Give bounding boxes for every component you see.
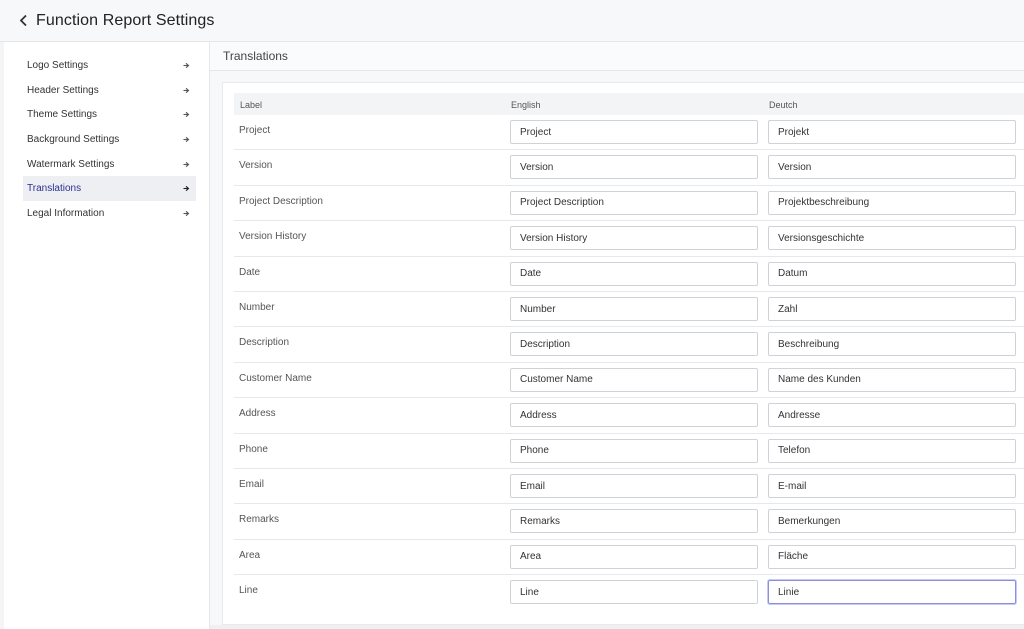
table-row: Customer Name (234, 363, 1024, 399)
english-input-version[interactable] (510, 155, 758, 180)
table-row: Project Description (234, 186, 1024, 222)
row-label-description: Description (239, 337, 290, 349)
table-row: Email (234, 469, 1024, 505)
table-row: Remarks (234, 504, 1024, 540)
english-input-number[interactable] (510, 297, 758, 321)
sidebar-item-legal-information[interactable]: Legal Information (23, 201, 196, 226)
sidebar-item-logo-settings[interactable]: Logo Settings (23, 53, 196, 78)
deutsch-input-address[interactable] (768, 403, 1016, 428)
deutsch-input-project-description[interactable] (768, 190, 1016, 215)
bottom-divider (210, 625, 1024, 629)
sidebar-item-label: Theme Settings (27, 109, 98, 121)
row-label-version-history: Version History (239, 231, 307, 243)
deutsch-input-project[interactable] (768, 120, 1016, 144)
sidebar-item-translations[interactable]: Translations (23, 176, 196, 202)
row-label-email: Email (239, 479, 265, 490)
top-bar: Function Report Settings (0, 0, 1024, 42)
deutsch-input-area[interactable] (768, 544, 1016, 569)
arrow-right-icon (182, 209, 190, 217)
row-label-number: Number (239, 302, 275, 313)
row-label-date: Date (239, 266, 261, 278)
row-label-project: Project (239, 125, 271, 136)
row-label-line: Line (239, 585, 258, 597)
english-input-phone[interactable] (510, 438, 758, 463)
deutsch-input-number[interactable] (768, 297, 1016, 321)
table-row: Address (234, 398, 1024, 434)
english-input-version-history[interactable] (510, 226, 758, 251)
back-button[interactable] (16, 13, 30, 29)
row-label-phone: Phone (239, 443, 268, 455)
table-row: Phone (234, 434, 1024, 469)
english-input-project-description[interactable] (510, 190, 758, 215)
column-header-label: Label (240, 100, 263, 110)
english-input-remarks[interactable] (510, 509, 758, 534)
sidebar: Logo Settings Header Settings Theme Settin… (4, 42, 210, 629)
english-input-email[interactable] (510, 474, 758, 498)
arrow-right-icon (182, 86, 190, 94)
arrow-right-icon (182, 185, 190, 193)
sidebar-item-theme-settings[interactable]: Theme Settings (23, 102, 196, 127)
sidebar-item-background-settings[interactable]: Background Settings (23, 127, 196, 152)
row-label-address: Address (239, 408, 276, 420)
row-label-project-description: Project Description (239, 195, 323, 207)
english-input-address[interactable] (510, 403, 758, 428)
row-label-remarks: Remarks (239, 514, 280, 526)
deutsch-input-line[interactable] (768, 580, 1016, 605)
chevron-left-icon (19, 14, 27, 27)
deutsch-input-version[interactable] (768, 155, 1016, 180)
sidebar-item-label: Background Settings (27, 133, 120, 145)
english-input-customer-name[interactable] (510, 367, 758, 392)
column-header-english: English (511, 100, 541, 110)
deutsch-input-description[interactable] (768, 332, 1016, 357)
sidebar-item-header-settings[interactable]: Header Settings (23, 78, 196, 103)
sidebar-item-label: Watermark Settings (27, 158, 115, 170)
deutsch-input-phone[interactable] (768, 438, 1016, 463)
deutsch-input-remarks[interactable] (768, 509, 1016, 534)
sidebar-item-label: Legal Information (27, 207, 105, 219)
english-input-line[interactable] (510, 580, 758, 605)
table-row: Line (234, 575, 1024, 610)
sidebar-item-label: Translations (27, 183, 82, 195)
sidebar-item-label: Logo Settings (27, 59, 89, 71)
sidebar-item-label: Header Settings (27, 84, 99, 96)
deutsch-input-customer-name[interactable] (768, 367, 1016, 392)
table-row: Area (234, 540, 1024, 576)
arrow-right-icon (182, 160, 190, 168)
arrow-right-icon (182, 111, 190, 119)
row-label-version: Version (239, 160, 273, 172)
table-row: Version (234, 150, 1024, 186)
table-row: Description (234, 327, 1024, 363)
section-title: Translations (210, 42, 1024, 71)
deutsch-input-version-history[interactable] (768, 226, 1016, 251)
english-input-description[interactable] (510, 332, 758, 357)
translations-panel: Label English Deutch Project Version Proje… (222, 82, 1024, 625)
table-header: Label English Deutch (234, 93, 1024, 115)
page-title: Function Report Settings (36, 11, 215, 29)
english-input-project[interactable] (510, 120, 758, 144)
sidebar-item-watermark-settings[interactable]: Watermark Settings (23, 152, 196, 177)
english-input-date[interactable] (510, 261, 758, 286)
row-label-area: Area (239, 549, 261, 561)
main-content: Translations Label English Deutch Projec… (210, 42, 1024, 629)
column-header-deutsch: Deutch (769, 100, 798, 110)
arrow-right-icon (182, 135, 190, 143)
deutsch-input-email[interactable] (768, 474, 1016, 498)
deutsch-input-date[interactable] (768, 261, 1016, 286)
table-row: Number (234, 292, 1024, 328)
table-row: Date (234, 257, 1024, 292)
table-row: Version History (234, 221, 1024, 257)
row-label-customer-name: Customer Name (239, 372, 312, 384)
arrow-right-icon (182, 61, 190, 69)
table-row: Project (234, 115, 1024, 151)
english-input-area[interactable] (510, 544, 758, 569)
